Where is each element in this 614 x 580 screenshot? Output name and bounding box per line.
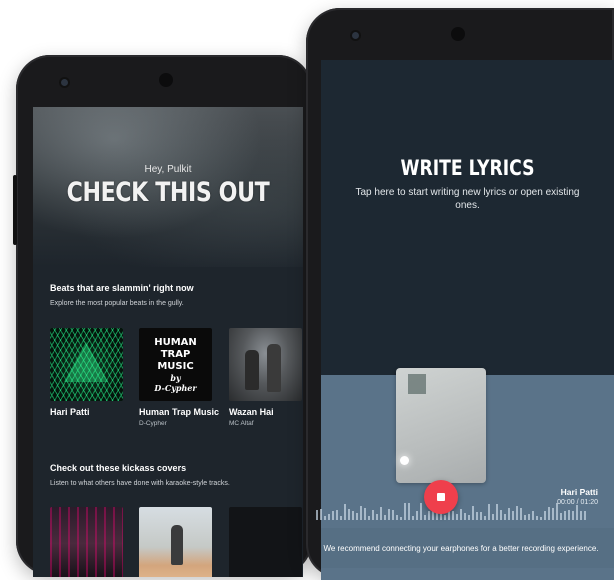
section-title-beats: Beats that are slammin' right now <box>50 283 194 293</box>
write-lyrics-panel[interactable]: WRITE LYRICS Tap here to start writing n… <box>321 60 614 375</box>
stop-icon <box>437 493 445 501</box>
cover-card[interactable] <box>50 507 123 577</box>
art-text: D-Cypher <box>154 383 197 393</box>
volume-button <box>13 175 17 245</box>
album-art: HUMAN TRAP MUSIC by D-Cypher <box>139 328 212 401</box>
beat-artist: MC Altaf <box>229 420 254 427</box>
album-art <box>229 328 302 401</box>
section-title-covers: Check out these kickass covers <box>50 463 187 473</box>
hero-banner[interactable]: Hey, Pulkit CHECK THIS OUT <box>33 107 303 267</box>
beat-title: Wazan Hai <box>229 407 274 417</box>
art-text: TRAP <box>160 349 191 360</box>
track-name: Hari Patti <box>560 487 598 497</box>
beat-artist: D-Cypher <box>139 420 167 427</box>
cover-art <box>229 507 302 577</box>
record-stop-button[interactable] <box>424 480 458 514</box>
track-time: 00:00 / 01:20 <box>557 499 598 506</box>
cover-art <box>50 507 123 577</box>
cover-card[interactable] <box>229 507 302 577</box>
art-text: HUMAN <box>154 337 197 348</box>
beat-card[interactable]: Wazan Hai MC Altaf <box>229 328 302 427</box>
camera-icon <box>352 32 359 39</box>
camera-preview <box>396 368 486 483</box>
notice-text: We recommend connecting your earphones f… <box>323 544 599 553</box>
cover-art <box>139 507 212 577</box>
cover-card[interactable] <box>139 507 212 577</box>
speaker-icon <box>451 27 465 41</box>
beat-card[interactable]: Hari Patti <box>50 328 123 417</box>
album-art <box>50 328 123 401</box>
section-subtitle-covers: Listen to what others have done with kar… <box>50 480 230 487</box>
hero-headline: CHECK THIS OUT <box>66 177 270 208</box>
art-text: by <box>170 373 181 383</box>
left-phone: Hey, Pulkit CHECK THIS OUT Beats that ar… <box>13 55 312 577</box>
section-subtitle-beats: Explore the most popular beats in the gu… <box>50 300 184 307</box>
beat-title: Human Trap Music <box>139 407 220 417</box>
greeting-text: Hey, Pulkit <box>144 164 192 175</box>
left-screen: Hey, Pulkit CHECK THIS OUT Beats that ar… <box>33 107 303 577</box>
speaker-icon <box>159 73 173 87</box>
write-lyrics-subtitle: Tap here to start writing new lyrics or … <box>355 187 580 211</box>
beat-title: Hari Patti <box>50 407 90 417</box>
right-phone: WRITE LYRICS Tap here to start writing n… <box>306 8 614 580</box>
art-text: MUSIC <box>157 361 194 372</box>
beat-card[interactable]: HUMAN TRAP MUSIC by D-Cypher Human Trap … <box>139 328 220 427</box>
camera-icon <box>61 79 68 86</box>
write-lyrics-title: WRITE LYRICS <box>400 156 535 180</box>
